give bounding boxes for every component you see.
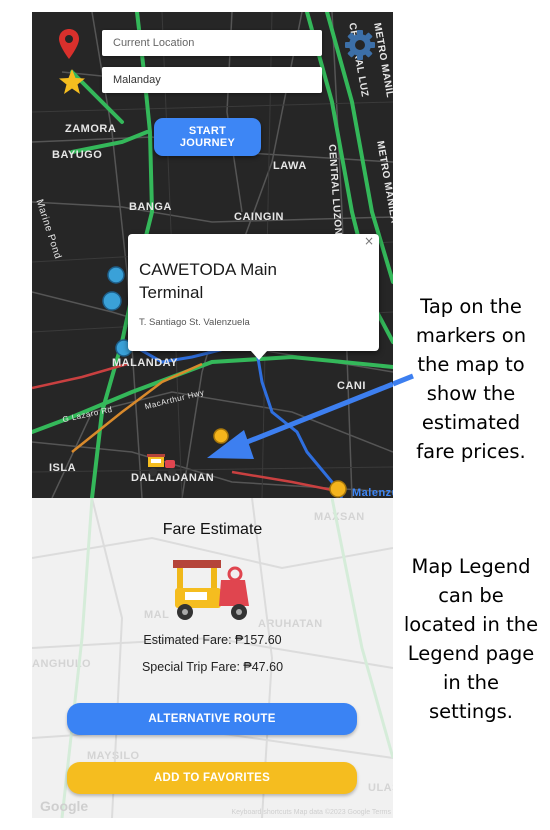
destination-input[interactable] (102, 67, 313, 93)
map-view[interactable]: ZAMORA BAYUGO LAWA BANGA CAINGIN MALANDA… (32, 12, 393, 498)
current-location-field[interactable] (102, 30, 322, 56)
legend-annotation: Map Legend can be located in the Legend … (403, 555, 539, 723)
add-to-favorites-button[interactable]: ADD TO FAVORITES (67, 762, 357, 794)
start-journey-label: START JOURNEY (179, 125, 236, 149)
map-label-lawa: LAWA (273, 160, 307, 172)
markers-annotation: Tap on the markers on the map to show th… (415, 295, 527, 463)
popup-title: CAWETODA Main Terminal (139, 260, 277, 302)
terminal-info-popup: × CAWETODA Main Terminal T. Santiago St.… (128, 234, 379, 360)
map-label-malanday: MALANDAY (112, 357, 178, 369)
destination-field[interactable] (102, 67, 322, 93)
start-journey-button[interactable]: START JOURNEY (154, 118, 261, 156)
popup-address: T. Santiago St. Valenzuela (139, 317, 250, 328)
tricycle-illustration-icon (173, 560, 249, 620)
map-label-valenzuela: Malenzu (352, 487, 393, 498)
star-icon[interactable] (58, 68, 86, 96)
gear-icon[interactable] (344, 29, 376, 61)
phone-screen: ZAMORA BAYUGO LAWA BANGA CAINGIN MALANDA… (32, 12, 393, 818)
location-pin-icon (59, 29, 79, 59)
map-label-banga: BANGA (129, 201, 172, 213)
tricycle-marker-icon[interactable] (145, 451, 181, 479)
estimated-fare-text: Estimated Fare: ₱157.60 (143, 633, 282, 647)
special-trip-fare-text: Special Trip Fare: ₱47.60 (141, 660, 284, 674)
google-logo: Google (40, 798, 89, 814)
fare-estimate-title: Fare Estimate (162, 521, 263, 538)
map-label-zamora: ZAMORA (65, 123, 117, 135)
map-attribution[interactable]: Keyboard shortcuts Map data ©2023 Google… (231, 809, 391, 816)
map-label-isla: ISLA (49, 462, 77, 474)
map-label-cani: CANI (337, 380, 366, 392)
alternative-route-button[interactable]: ALTERNATIVE ROUTE (67, 703, 357, 735)
map-label-bayugo: BAYUGO (52, 149, 103, 161)
current-location-input[interactable] (102, 30, 313, 56)
close-icon[interactable]: × (364, 234, 374, 248)
fare-estimate-sheet: MAXSAN MAL ANGHULO ARUHATAN MAYSILO ULAS… (32, 498, 393, 818)
map-label-caingin: CAINGIN (234, 211, 284, 223)
